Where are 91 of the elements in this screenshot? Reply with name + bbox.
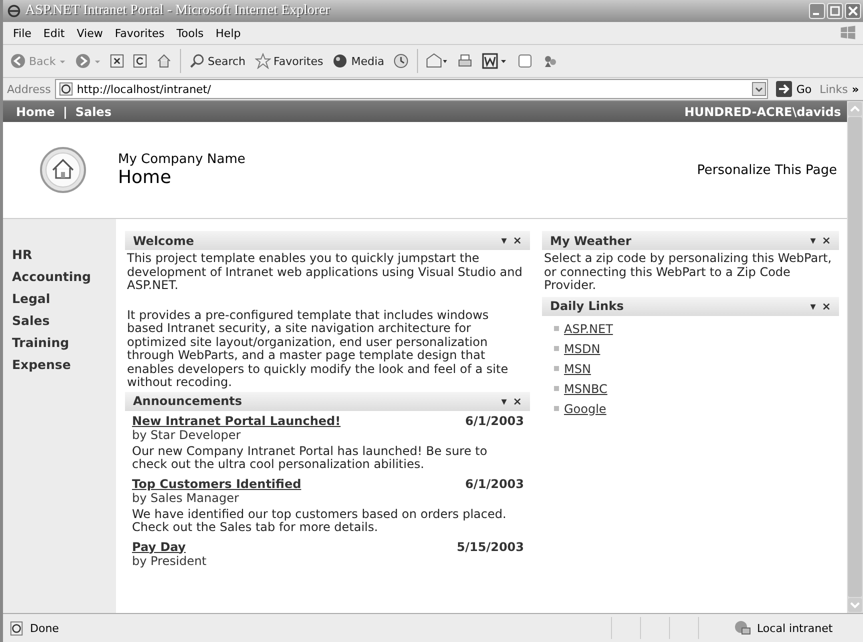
home-icon	[156, 53, 172, 69]
nav-separator: |	[62, 104, 68, 118]
bullet-icon	[554, 366, 559, 371]
printer-icon	[457, 53, 474, 69]
star-icon	[254, 53, 271, 69]
announcement-title-link[interactable]: Pay Day	[132, 540, 186, 554]
bullet-icon	[554, 406, 559, 411]
welcome-paragraph: This project template enables you to quickly jumpstart the development of Intranet web applications using Visual Studio and ASP.NET.	[127, 252, 524, 292]
square-icon	[517, 53, 534, 69]
webpart-title: Welcome	[133, 234, 196, 248]
webpart-close-button[interactable]: ×	[512, 394, 522, 408]
webpart-menu-button[interactable]: ▾	[810, 300, 816, 312]
more-links-button[interactable]: »	[852, 82, 859, 96]
announcement-date: 6/1/2003	[465, 476, 524, 490]
page-icon	[58, 82, 73, 96]
caret-icon	[94, 58, 101, 64]
network-icon	[733, 620, 751, 636]
bullet-icon	[554, 346, 559, 351]
people-icon	[542, 53, 558, 69]
daily-link[interactable]: MSN	[564, 362, 591, 376]
address-field[interactable]: http://localhost/intranet/	[54, 79, 768, 99]
personalize-link[interactable]: Personalize This Page	[697, 162, 837, 178]
weather-text: Select a zip code by personalizing this WebPart, or connecting this WebPart to a Zip Code Provider.	[544, 252, 833, 292]
sidebar-link[interactable]: Legal	[12, 291, 116, 306]
status-text: Done	[30, 622, 60, 634]
announcement-title-link[interactable]: New Intranet Portal Launched!	[132, 414, 341, 428]
announcement-date: 6/1/2003	[465, 414, 524, 428]
search-button[interactable]: Search	[186, 51, 249, 71]
menu-item[interactable]: Edit	[37, 26, 71, 40]
clock-icon	[393, 53, 410, 69]
word-icon	[482, 53, 508, 69]
browser-icon	[7, 4, 21, 18]
maximize-button[interactable]	[827, 3, 843, 19]
menu-item[interactable]: Favorites	[108, 26, 171, 40]
security-zone: Local intranet	[757, 622, 834, 634]
sidebar-link[interactable]: Accounting	[12, 269, 116, 284]
announcement-title-link[interactable]: Top Customers Identified	[132, 476, 302, 490]
bullet-icon	[554, 386, 559, 391]
refresh-icon	[132, 54, 147, 68]
links-button[interactable]: Links	[820, 82, 848, 96]
sidebar-link[interactable]: Training	[12, 335, 116, 350]
window-title: ASP.NET Intranet Portal - Microsoft Internet Explorer	[25, 3, 331, 19]
page-title: Home	[118, 167, 172, 188]
announcement-author: by Star Developer	[132, 428, 242, 442]
nav-link[interactable]: Sales	[75, 104, 112, 118]
daily-link[interactable]: Google	[564, 402, 606, 416]
menu-item[interactable]: File	[7, 26, 38, 40]
webpart-menu-button[interactable]: ▾	[501, 394, 507, 408]
bullet-icon	[554, 326, 559, 331]
daily-link[interactable]: MSNBC	[564, 382, 608, 396]
announcement-body: We have identified our top customers based on orders placed. Check out the Sales tab for more details.	[132, 508, 508, 534]
close-button[interactable]	[845, 3, 861, 19]
dropdown-button[interactable]	[752, 82, 766, 96]
daily-link[interactable]: MSDN	[564, 342, 600, 356]
arrow-icon	[776, 81, 792, 97]
scroll-thumb[interactable]	[848, 117, 862, 597]
webpart-title: My Weather	[550, 234, 632, 248]
media-button[interactable]: Media	[329, 51, 388, 71]
disc-icon	[332, 53, 348, 69]
webpart-close-button[interactable]: ×	[512, 234, 522, 247]
sidebar-link[interactable]: Sales	[12, 313, 116, 328]
announcement-author: by Sales Manager	[132, 490, 240, 504]
user-name: HUNDRED-ACRE\davids	[684, 104, 841, 118]
daily-link[interactable]: ASP.NET	[564, 322, 613, 336]
nav-link[interactable]: Home	[16, 104, 55, 118]
webpart-title: Daily Links	[550, 299, 625, 313]
windows-logo-icon	[839, 24, 857, 42]
close-icon	[110, 54, 124, 68]
webpart-title: Announcements	[133, 394, 244, 408]
announcement-date: 5/15/2003	[456, 540, 524, 554]
favorites-button[interactable]: Favorites	[252, 51, 326, 71]
announcement-body: Our new Company Intranet Portal has launched! Be sure to check out the ultra cool personalization abilities.	[132, 444, 488, 472]
caret-icon	[58, 58, 66, 64]
menu-item[interactable]: View	[70, 26, 109, 40]
menu-item[interactable]: Help	[210, 26, 247, 40]
webpart-menu-button[interactable]: ▾	[501, 234, 507, 247]
announcement-author: by President	[132, 554, 208, 568]
search-icon	[188, 53, 205, 69]
webpart-close-button[interactable]: ×	[822, 300, 831, 312]
webpart-close-button[interactable]: ×	[822, 234, 831, 247]
page-icon	[9, 620, 24, 636]
sidebar-link[interactable]: HR	[12, 247, 116, 262]
welcome-paragraph: It provides a pre-configured template that includes windows based Intranet security, a site navigation architecture for optimized site layout/organization, end user personalization through WebParts, and a master page template design that enables developers to quickly modify the look and feel of a site without recoding.	[127, 308, 510, 390]
company-name: My Company Name	[118, 152, 246, 167]
webpart-menu-button[interactable]: ▾	[810, 234, 816, 247]
sidebar-link[interactable]: Expense	[12, 357, 116, 372]
go-button[interactable]: Go	[772, 81, 816, 97]
home-logo-icon	[39, 146, 87, 194]
minimize-button[interactable]	[809, 3, 825, 19]
menu-item[interactable]: Tools	[170, 26, 210, 40]
address-label: Address	[7, 82, 51, 96]
